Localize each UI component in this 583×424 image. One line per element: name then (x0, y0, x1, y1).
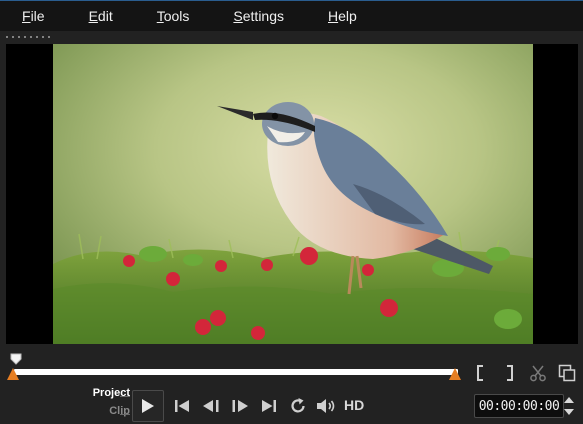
menu-tools[interactable]: Tools (147, 4, 200, 28)
bracket-left-icon[interactable] (469, 361, 491, 385)
menu-edit[interactable]: Edit (79, 4, 123, 28)
volume-icon (317, 399, 335, 413)
menu-help[interactable]: Help (318, 4, 367, 28)
scissors-icon[interactable] (527, 361, 549, 385)
previous-frame-icon (203, 400, 219, 412)
bracket-right-icon[interactable] (499, 361, 521, 385)
menu-bar: File Edit Tools Settings Help (0, 0, 583, 31)
menu-file[interactable]: File (12, 4, 55, 28)
timecode-spinner[interactable] (562, 394, 576, 418)
next-frame-button[interactable] (229, 395, 251, 417)
clip-mode-label[interactable]: Clip (78, 405, 130, 421)
next-frame-icon (232, 400, 248, 412)
go-to-start-button[interactable] (173, 395, 191, 417)
loop-button[interactable] (288, 395, 308, 417)
go-to-start-icon (175, 400, 189, 412)
video-viewer[interactable] (6, 44, 578, 344)
previous-frame-button[interactable] (200, 395, 222, 417)
timeline-track[interactable] (14, 369, 458, 375)
mode-connector (120, 414, 130, 415)
play-button[interactable] (132, 390, 164, 422)
loop-icon (291, 398, 305, 413)
timecode-field[interactable]: 00:00:00:00 (474, 394, 564, 418)
volume-button[interactable] (315, 395, 339, 417)
copy-icon[interactable] (556, 361, 578, 385)
preview-frame (53, 44, 533, 344)
play-icon (142, 399, 154, 413)
playhead-icon[interactable] (10, 353, 22, 365)
chevron-up-icon[interactable] (564, 397, 574, 403)
menu-settings[interactable]: Settings (223, 4, 294, 28)
mark-in-marker[interactable] (7, 368, 19, 380)
go-to-end-button[interactable] (260, 395, 278, 417)
hd-toggle[interactable]: HD (344, 397, 364, 413)
chevron-down-icon[interactable] (564, 409, 574, 415)
mark-out-marker[interactable] (449, 368, 461, 380)
project-mode-label[interactable]: Project (78, 387, 130, 403)
panel-grip[interactable] (4, 35, 50, 39)
playback-mode-labels: Project Clip (78, 387, 130, 421)
preview-panel: Project Clip HD 00:00:00:00 (0, 31, 583, 424)
go-to-end-icon (262, 400, 276, 412)
mode-connector (120, 396, 130, 397)
